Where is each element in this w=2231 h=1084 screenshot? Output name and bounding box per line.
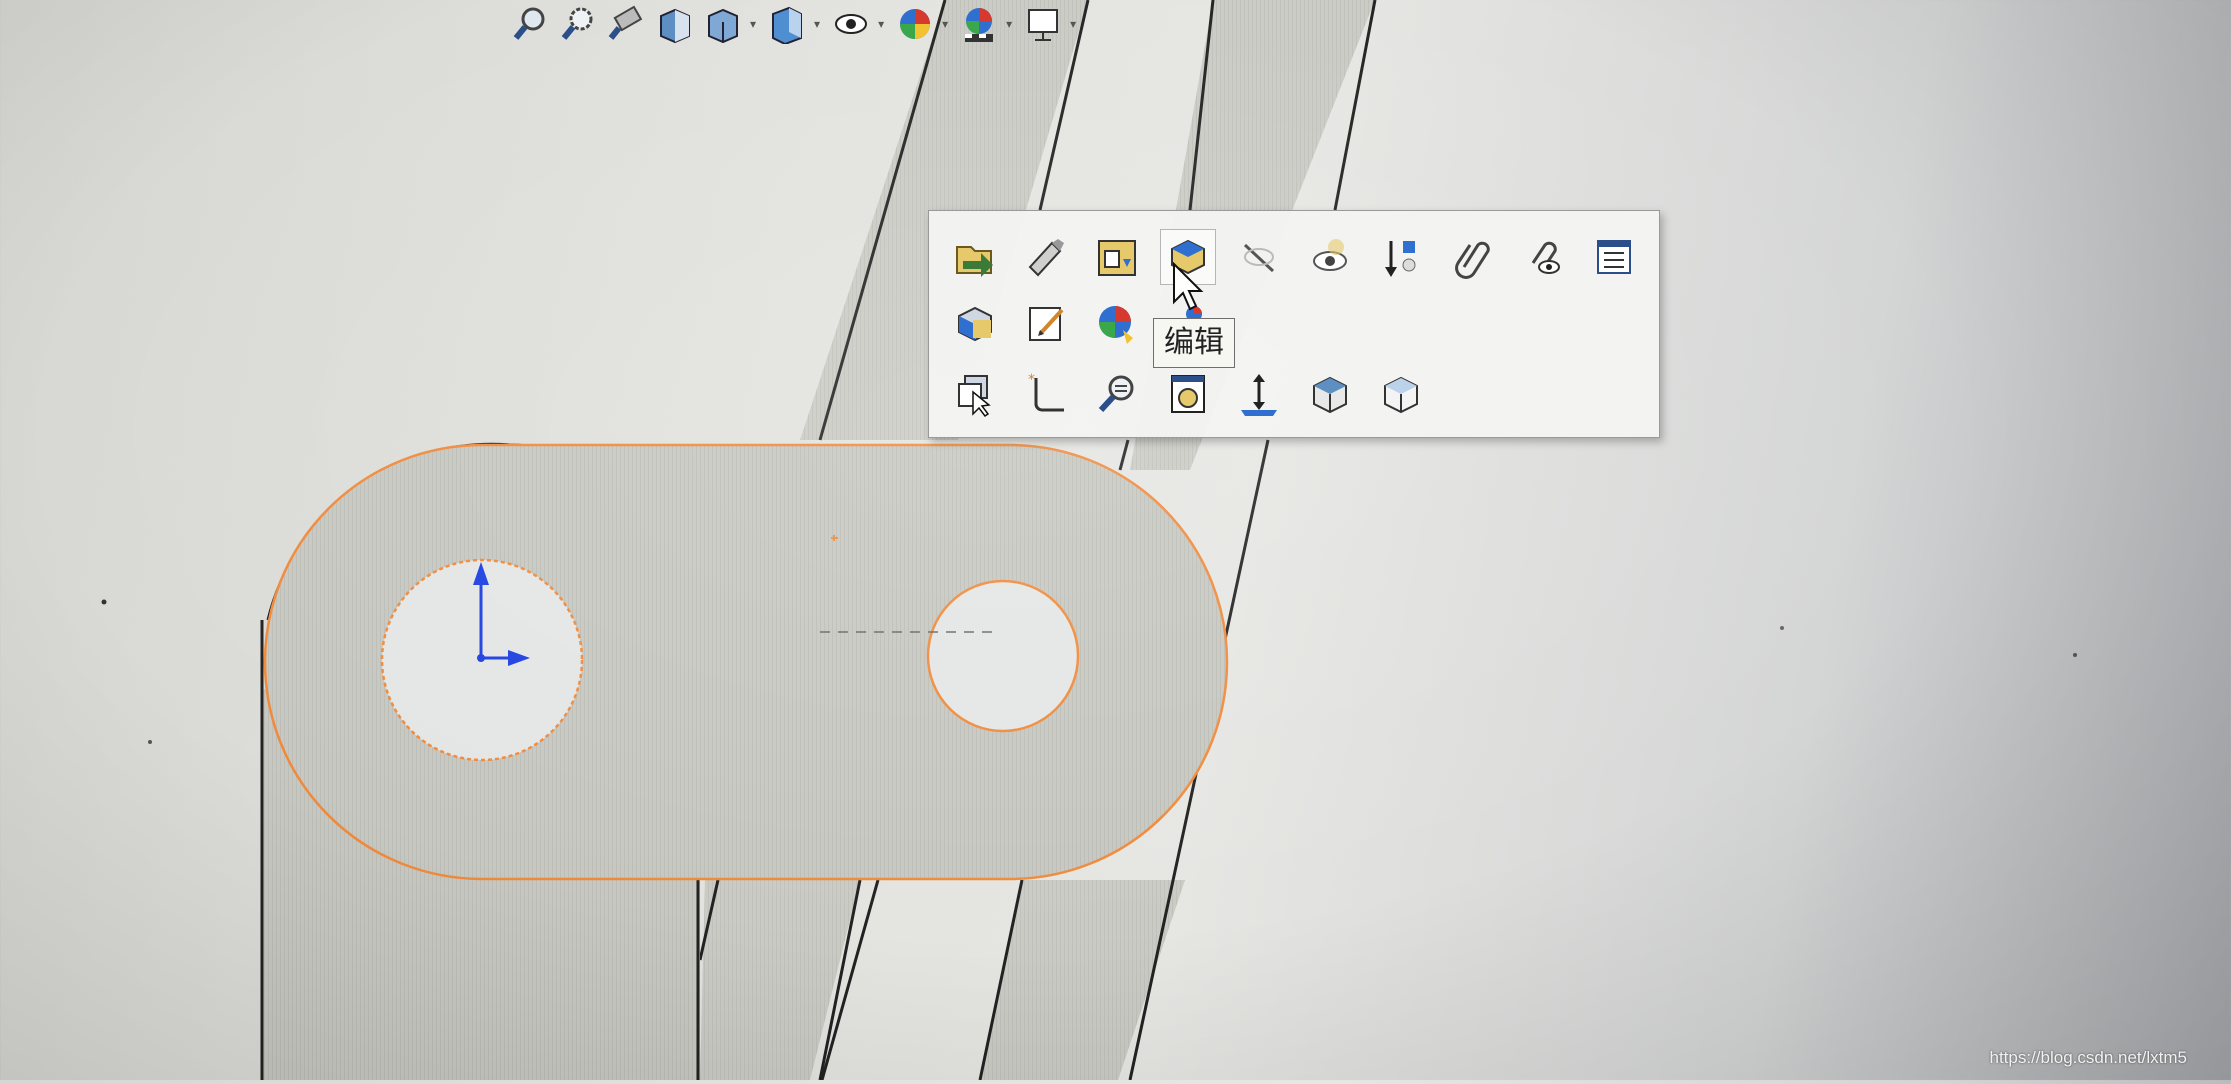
hide-show-items-icon [835, 14, 868, 34]
hide-component-button[interactable] [1302, 229, 1358, 285]
context-toolbar-row-1 [947, 229, 1657, 285]
select-other-icon [958, 375, 991, 418]
zoom-to-selection-button[interactable] [1089, 366, 1145, 422]
hide-show-dropdown-icon[interactable]: ▾ [878, 17, 884, 31]
apply-scene-button[interactable] [958, 3, 1000, 45]
open-part-button[interactable] [947, 229, 1003, 285]
hide-line-button[interactable] [1231, 229, 1287, 285]
move-rollback-icon [1385, 241, 1416, 277]
edit-appearance-dropdown-icon[interactable]: ▾ [942, 17, 948, 31]
view-settings-dropdown-icon[interactable]: ▾ [1070, 17, 1076, 31]
edit-appearance-button[interactable] [894, 3, 936, 45]
view-orientation-icon [708, 8, 738, 44]
context-toolbar-row-3: * [947, 366, 1444, 422]
open-part-icon [956, 246, 993, 277]
normal-to-icon [1171, 375, 1205, 413]
edit-part-button[interactable] [947, 296, 1003, 352]
right-hole [926, 579, 1080, 733]
edit-part-icon [958, 306, 992, 342]
view-settings-icon [1028, 9, 1059, 41]
heads-up-view-toolbar: ▾ ▾ ▾ ▾ ▾ ▾ [510, 0, 1310, 48]
display-style-icon [772, 6, 803, 44]
view-cube-icon [1313, 376, 1347, 414]
measure-icon [1241, 374, 1277, 416]
configure-feature-icon [1098, 240, 1136, 276]
zoom-to-fit-icon [513, 7, 545, 40]
properties-list-icon [1597, 240, 1631, 274]
previous-view-button[interactable] [606, 3, 648, 45]
isolate-icon [1531, 241, 1560, 274]
sketch-corner-button[interactable]: * [1018, 366, 1074, 422]
edit-sketch-button[interactable] [1018, 296, 1074, 352]
zoom-to-selection-icon [1098, 375, 1134, 413]
view-cube-shaded-icon [1384, 376, 1418, 414]
hide-component-icon [1313, 239, 1347, 271]
normal-to-button[interactable] [1160, 366, 1216, 422]
view-settings-button[interactable] [1022, 3, 1064, 45]
display-style-button[interactable] [766, 3, 808, 45]
view-orientation-dropdown-icon[interactable]: ▾ [750, 17, 756, 31]
appearance-button[interactable] [1089, 296, 1145, 352]
zoom-to-area-icon [561, 7, 593, 40]
select-other-button[interactable] [947, 366, 1003, 422]
zoom-to-area-button[interactable] [558, 3, 600, 45]
graphics-area[interactable] [0, 0, 2231, 1081]
apply-scene-icon [965, 8, 994, 42]
watermark: https://blog.csdn.net/lxtm5 [1989, 1048, 2188, 1067]
configure-feature-button[interactable] [1089, 229, 1145, 285]
slot-link-part[interactable] [263, 443, 1229, 881]
attach-icon [1455, 241, 1490, 279]
view-cube-shaded-button[interactable] [1373, 366, 1429, 422]
rebuild-icon [1028, 239, 1064, 277]
isolate-button[interactable] [1515, 229, 1571, 285]
tooltip: 编辑 [1153, 318, 1235, 368]
apply-scene-dropdown-icon[interactable]: ▾ [1006, 17, 1012, 31]
zoom-to-fit-button[interactable] [510, 3, 552, 45]
view-orientation-button[interactable] [702, 3, 744, 45]
display-style-dropdown-icon[interactable]: ▾ [814, 17, 820, 31]
attach-button[interactable] [1444, 229, 1500, 285]
properties-list-button[interactable] [1586, 229, 1642, 285]
edit-sketch-icon [1029, 307, 1064, 341]
section-view-button[interactable] [654, 3, 696, 45]
context-toolbar: * [928, 210, 1660, 438]
move-rollback-button[interactable] [1373, 229, 1429, 285]
rebuild-button[interactable] [1018, 229, 1074, 285]
sketch-corner-icon: * [1028, 372, 1064, 412]
svg-text:*: * [1028, 372, 1035, 388]
view-cube-button[interactable] [1302, 366, 1358, 422]
previous-view-icon [608, 5, 643, 40]
section-view-icon [660, 8, 690, 44]
model-canvas[interactable] [0, 0, 2231, 1081]
hide-show-items-button[interactable] [830, 3, 872, 45]
edit-appearance-icon [900, 9, 931, 39]
measure-button[interactable] [1231, 366, 1287, 422]
appearance-icon [1099, 306, 1133, 344]
hide-line-icon [1243, 243, 1275, 273]
mouse-cursor-icon [1173, 262, 1204, 311]
